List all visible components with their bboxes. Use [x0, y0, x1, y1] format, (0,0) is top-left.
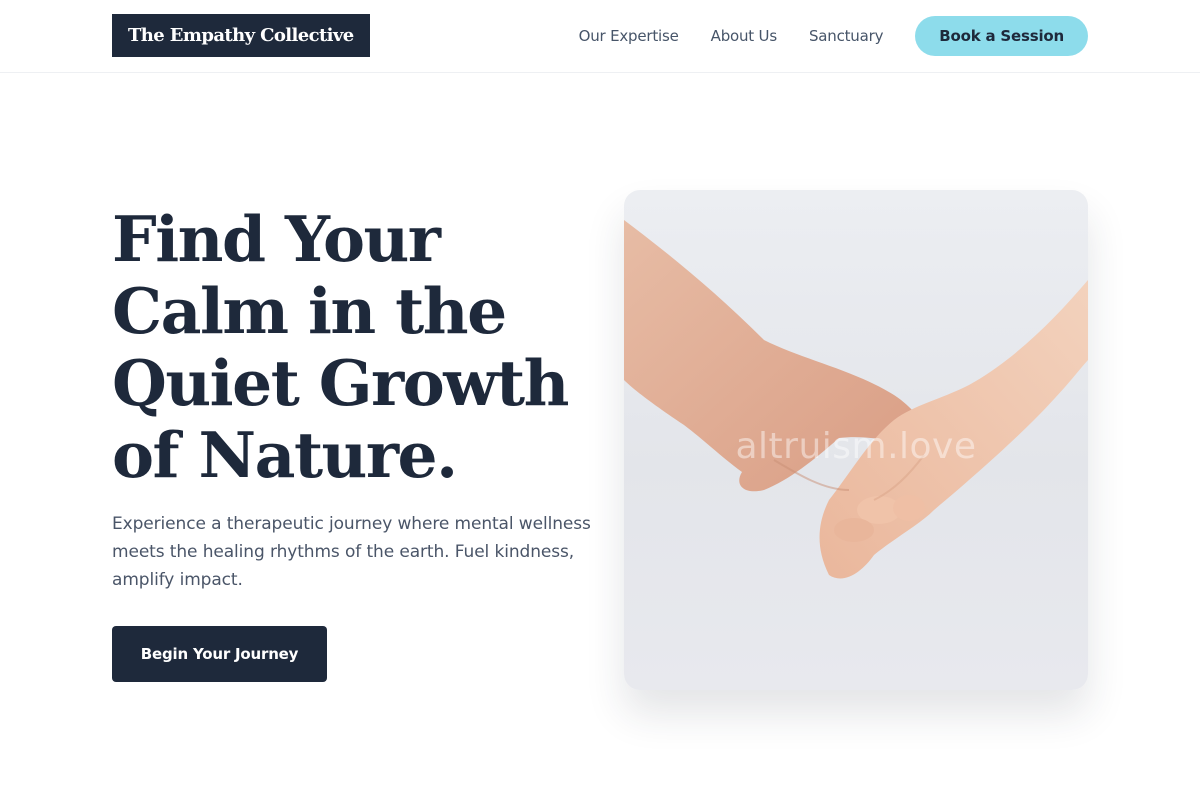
hero-title-line: Calm in the — [112, 274, 507, 348]
hero-title-line: of Nature. — [112, 418, 458, 492]
begin-journey-button[interactable]: Begin Your Journey — [112, 626, 327, 682]
site-header: The Empathy Collective Our Expertise Abo… — [0, 0, 1200, 73]
nav-link-about-us[interactable]: About Us — [711, 27, 778, 45]
main-nav: Our Expertise About Us Sanctuary Book a … — [579, 16, 1088, 56]
hero-image-holding-hands: altruism.love — [624, 190, 1088, 690]
nav-link-our-expertise[interactable]: Our Expertise — [579, 27, 679, 45]
hero-title: Find Your Calm in the Quiet Growth of Na… — [112, 203, 612, 491]
holding-hands-illustration — [624, 220, 1088, 579]
nav-link-sanctuary[interactable]: Sanctuary — [809, 27, 883, 45]
hero-title-line: Quiet Growth — [112, 346, 569, 420]
site-logo[interactable]: The Empathy Collective — [112, 14, 370, 57]
hero-title-line: Find Your — [112, 202, 441, 276]
book-session-button[interactable]: Book a Session — [915, 16, 1088, 56]
hero-subtitle: Experience a therapeutic journey where m… — [112, 514, 591, 590]
